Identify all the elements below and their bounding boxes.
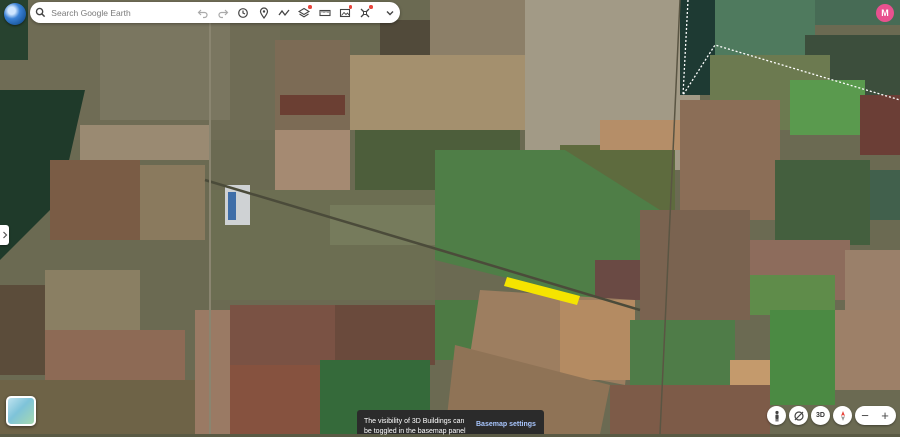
map-field bbox=[335, 305, 435, 365]
map-field bbox=[430, 0, 530, 55]
toggle-3d-button[interactable]: 3D bbox=[811, 406, 830, 425]
pegman-button[interactable] bbox=[767, 406, 786, 425]
map-field bbox=[750, 275, 835, 315]
chevron-down-icon bbox=[386, 10, 394, 15]
map-field bbox=[770, 310, 835, 405]
place-marker-icon bbox=[259, 6, 268, 19]
notification-dot bbox=[348, 5, 353, 9]
panel-toggle-button[interactable] bbox=[0, 225, 9, 245]
hide-3d-button[interactable] bbox=[789, 406, 808, 425]
notification-dot bbox=[369, 5, 373, 9]
redo-button[interactable] bbox=[213, 2, 233, 23]
map-field bbox=[45, 330, 185, 380]
map-field bbox=[630, 320, 735, 385]
map-field bbox=[230, 305, 335, 365]
screenshot-button[interactable] bbox=[335, 2, 355, 23]
notification-toast: The visibility of 3D Buildings can be to… bbox=[357, 410, 544, 435]
measure-button[interactable] bbox=[315, 2, 335, 23]
layers-button[interactable] bbox=[294, 2, 314, 23]
chevron-right-icon bbox=[2, 231, 7, 239]
projects-button[interactable] bbox=[355, 2, 375, 23]
map-field bbox=[845, 250, 900, 310]
history-button[interactable] bbox=[233, 2, 253, 23]
basemap-settings-button[interactable]: Basemap settings bbox=[476, 421, 536, 428]
history-icon bbox=[238, 7, 249, 18]
redo-icon bbox=[218, 9, 229, 18]
map-field bbox=[350, 55, 530, 130]
map-field bbox=[610, 385, 770, 434]
rotate-off-icon bbox=[793, 410, 804, 421]
map-field bbox=[80, 125, 210, 160]
google-earth-logo[interactable] bbox=[4, 3, 26, 25]
map-field bbox=[330, 205, 435, 245]
map-field bbox=[140, 165, 205, 240]
map-field bbox=[45, 270, 140, 330]
notification-dot bbox=[308, 5, 312, 9]
map-field bbox=[195, 310, 230, 434]
search-input[interactable]: Search Google Earth bbox=[51, 8, 158, 18]
map-field bbox=[50, 160, 140, 240]
map-field bbox=[860, 95, 900, 155]
map-field bbox=[775, 160, 870, 245]
add-placemark-button[interactable] bbox=[254, 2, 274, 23]
more-tools-button[interactable] bbox=[380, 2, 400, 23]
map-field bbox=[0, 285, 45, 375]
compass-button[interactable] bbox=[833, 406, 852, 425]
satellite-map[interactable] bbox=[0, 0, 900, 434]
map-field bbox=[230, 365, 320, 434]
map-field bbox=[835, 310, 900, 390]
path-icon bbox=[278, 9, 290, 16]
undo-icon bbox=[197, 9, 208, 18]
map-field bbox=[560, 300, 635, 380]
map-field bbox=[600, 120, 690, 150]
zoom-out-button[interactable]: − bbox=[855, 406, 875, 425]
map-field bbox=[280, 95, 345, 115]
pegman-icon bbox=[774, 410, 779, 421]
draw-path-button[interactable] bbox=[274, 2, 294, 23]
undo-button[interactable] bbox=[193, 2, 213, 23]
zoom-control: − + bbox=[855, 406, 896, 425]
map-field bbox=[870, 170, 900, 220]
zoom-in-button[interactable]: + bbox=[875, 406, 895, 425]
map-field bbox=[640, 210, 750, 320]
map-field bbox=[275, 40, 350, 130]
avatar[interactable]: M bbox=[876, 4, 894, 22]
ruler-icon bbox=[319, 9, 331, 16]
search-bar: Search Google Earth bbox=[30, 2, 400, 23]
map-field bbox=[790, 80, 865, 135]
toast-message: The visibility of 3D Buildings can be to… bbox=[364, 418, 466, 435]
compass-icon bbox=[840, 410, 845, 421]
solar-panels bbox=[228, 192, 236, 220]
search-icon[interactable] bbox=[30, 2, 51, 23]
basemap-toggle-button[interactable] bbox=[6, 396, 36, 426]
map-field bbox=[275, 130, 350, 200]
map-field bbox=[680, 100, 780, 220]
